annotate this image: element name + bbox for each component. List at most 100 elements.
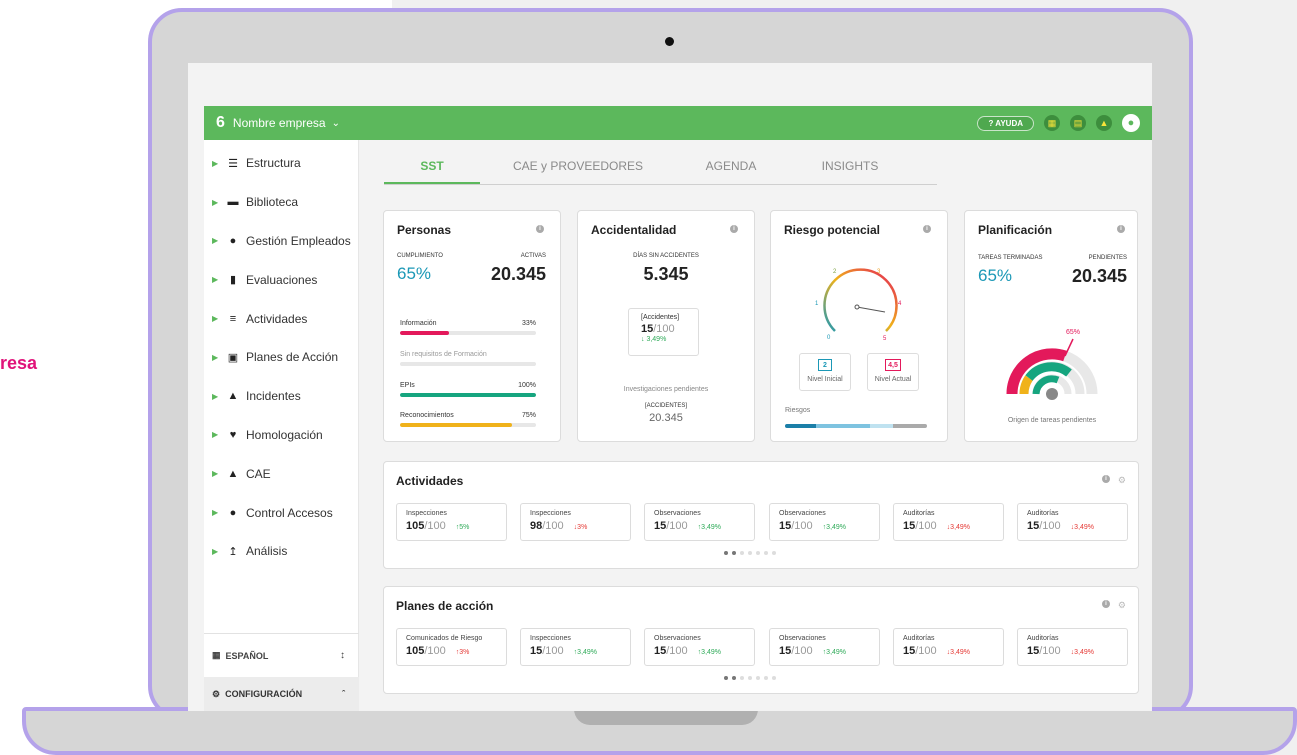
sidebar-item-control-accesos[interactable]: ▶ ● Control Accesos [204,493,358,532]
kpi-value: 15 [530,645,543,657]
bell-icon[interactable]: ▲ [1096,115,1112,131]
kpi-value: 98 [530,520,543,532]
sidebar-item-analisis[interactable]: ▶ ↥ Análisis [204,532,358,571]
kpi-denominator: /100 [915,645,937,657]
tab-insights[interactable]: INSIGHTS [786,150,914,184]
gauge-pivot [854,304,860,310]
sidebar-item-label: CAE [246,466,271,481]
tab-agenda[interactable]: AGENDA [676,150,786,184]
bar-track [400,362,536,366]
info-icon[interactable]: i [1101,475,1110,483]
top-bar: 6 Nombre empresa ⌄ ? AYUDA ▦ ▤ ▲ ● [204,106,1152,140]
page-dot[interactable] [756,551,760,555]
kpi-tile[interactable]: Comunicados de Riesgo 105/100 ↑3% [396,628,507,666]
tab-cae-proveedores[interactable]: CAE y PROVEEDORES [480,150,676,184]
sidebar-item-incidentes[interactable]: ▶ ▲ Incidentes [204,377,358,416]
sidebar-item-evaluaciones[interactable]: ▶ ▮ Evaluaciones [204,260,358,299]
caret-right-icon: ▶ [212,391,219,401]
kpi-tile[interactable]: Auditorías 15/100 ↓3,49% [1017,628,1128,666]
kpi-change: ↓3,49% [946,649,971,656]
sidebar-item-label: Incidentes [246,389,301,404]
info-icon[interactable]: i [730,225,738,233]
page-dot[interactable] [724,676,728,680]
sidebar-item-cae[interactable]: ▶ ▲ CAE [204,454,358,493]
main-content: SST CAE y PROVEEDORES AGENDA INSIGHTS Pe… [359,140,1152,711]
planes-section: Planes de acción i ⚙ Comunicados de Ries… [383,586,1139,694]
nivel-actual-box: 4,5 Nivel Actual [867,353,919,391]
kpi-tile[interactable]: Inspecciones 105/100 ↑5% [396,503,507,541]
riesgo-card: Riesgo potencial i 0 1 2 3 4 5 2 Nivel I… [770,210,948,442]
help-button[interactable]: ? AYUDA [977,115,1034,131]
company-name: Nombre empresa [232,116,326,130]
company-selector[interactable]: 6 Nombre empresa ⌄ [216,114,340,132]
gear-icon[interactable]: ⚙ [1118,475,1126,486]
sidebar-item-actividades[interactable]: ▶ ≡ Actividades [204,299,358,338]
caret-right-icon: ▶ [212,197,219,207]
config-label: CONFIGURACIÓN [225,689,303,699]
calculator-icon[interactable]: ▦ [1044,115,1060,131]
sort-icon: ↕ [340,650,345,661]
kpi-tile[interactable]: Inspecciones 98/100 ↓3% [520,503,631,541]
kpi-tile[interactable]: Observaciones 15/100 ↑3,49% [644,628,755,666]
sidebar-nav: ▶ ☰ Estructura ▶ ▬ Biblioteca ▶ ● Gestión Empl… [204,140,358,571]
page-dot[interactable] [748,676,752,680]
ring-center [1046,388,1058,400]
tab-sst[interactable]: SST [384,150,480,184]
page-dot[interactable] [772,676,776,680]
accidentes-box: [Accidentes] 15/100 ↓ 3,49% [628,308,699,356]
kpi-denominator: /100 [791,645,813,657]
kpi-tile[interactable]: Observaciones 15/100 ↑3,49% [769,503,880,541]
kpi-tile[interactable]: Observaciones 15/100 ↑3,49% [644,503,755,541]
kpi-label: Auditorías [903,510,935,517]
config-button[interactable]: ⚙ CONFIGURACIÓN ˆ [204,677,359,711]
sidebar-item-homologacion[interactable]: ▶ ♥ Homologación [204,416,358,455]
page-dot[interactable] [756,676,760,680]
sidebar-item-estructura[interactable]: ▶ ☰ Estructura [204,144,358,183]
caret-right-icon: ▶ [212,236,219,246]
page-dot[interactable] [748,551,752,555]
warning-icon: ▲ [227,390,239,403]
page-dot[interactable] [740,676,744,680]
checklist-icon: ≡ [229,312,237,325]
kpi-tile[interactable]: Auditorías 15/100 ↓3,49% [893,503,1004,541]
pendientes-label: PENDIENTES [1088,255,1127,261]
kpi-denominator: /100 [1039,520,1061,532]
info-icon[interactable]: i [923,225,931,233]
top-bar-actions: ? AYUDA ▦ ▤ ▲ ● [977,114,1140,132]
tab-bar: SST CAE y PROVEEDORES AGENDA INSIGHTS [384,150,937,185]
page-dot[interactable] [764,551,768,555]
info-icon[interactable]: i [1101,600,1110,608]
sidebar-item-gestion-empleados[interactable]: ▶ ● Gestión Empleados [204,222,358,261]
caret-right-icon: ▶ [212,352,219,362]
page-dot[interactable] [732,551,736,555]
kpi-denominator: /100 [542,645,564,657]
sidebar-item-label: Evaluaciones [246,272,318,287]
info-icon[interactable]: i [1117,225,1125,233]
kpi-label: Auditorías [1027,510,1059,517]
section-actions: i ⚙ [1101,600,1126,611]
page-dot[interactable] [772,551,776,555]
folder-icon: ▬ [227,196,239,209]
sidebar-item-planes-de-accion[interactable]: ▶ ▣ Planes de Acción [204,338,358,377]
page-dot[interactable] [764,676,768,680]
info-icon[interactable]: i [536,225,544,233]
page-dot[interactable] [732,676,736,680]
tareas-label: TAREAS TERMINADAS [978,255,1043,261]
kpi-tile[interactable]: Auditorías 15/100 ↓3,49% [1017,503,1128,541]
bar-value: 33% [521,320,536,327]
kpi-denominator: /100 [424,645,446,657]
bar-label: Sin requisitos de Formación [400,351,487,358]
language-selector[interactable]: ▦ ESPAÑOL ↕ [204,633,359,677]
gear-icon[interactable]: ⚙ [1118,600,1126,611]
kpi-tile[interactable]: Auditorías 15/100 ↓3,49% [893,628,1004,666]
app-logo: 6 [216,114,225,131]
clipboard-icon[interactable]: ▤ [1070,115,1086,131]
kpi-tile[interactable]: Inspecciones 15/100 ↑3,49% [520,628,631,666]
sidebar-item-biblioteca[interactable]: ▶ ▬ Biblioteca [204,183,358,222]
caret-right-icon: ▶ [212,469,219,479]
section-title: Actividades [396,474,464,488]
avatar[interactable]: ● [1122,114,1140,132]
kpi-tile[interactable]: Observaciones 15/100 ↑3,49% [769,628,880,666]
page-dot[interactable] [740,551,744,555]
page-dot[interactable] [724,551,728,555]
